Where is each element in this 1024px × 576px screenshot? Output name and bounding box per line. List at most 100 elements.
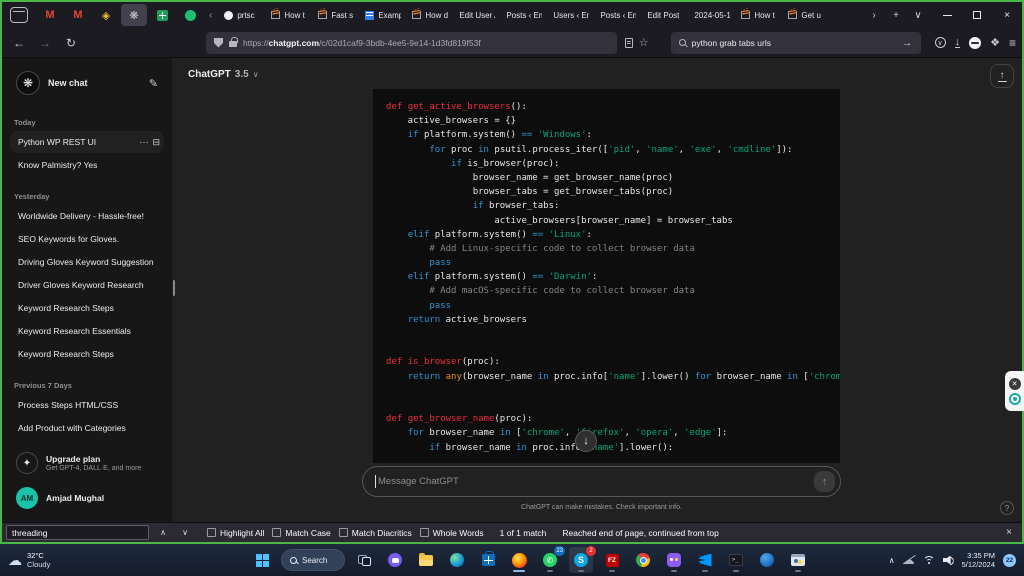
pinned-tab-gmail-2[interactable]: M bbox=[65, 4, 91, 26]
browser-tab[interactable]: Examp bbox=[358, 4, 405, 26]
menu-hamburger-icon[interactable]: ≡ bbox=[1009, 36, 1016, 50]
pinned-tab-green-app[interactable] bbox=[177, 4, 203, 26]
chat-history-item[interactable]: SEO Keywords for Gloves. bbox=[10, 228, 164, 250]
whatsapp-button[interactable]: ✆23 bbox=[538, 547, 562, 573]
bookmark-star-icon[interactable]: ☆ bbox=[639, 36, 649, 49]
file-explorer-button[interactable] bbox=[414, 547, 438, 573]
browser-tab[interactable]: Users ‹ Em bbox=[546, 4, 593, 26]
forward-button[interactable]: → bbox=[34, 32, 56, 54]
list-all-tabs-button[interactable]: ∨ bbox=[908, 5, 928, 25]
close-button[interactable]: × bbox=[992, 3, 1022, 27]
compose-icon[interactable]: ✎ bbox=[149, 77, 158, 90]
chat-app-button[interactable] bbox=[383, 547, 407, 573]
checkbox-icon[interactable] bbox=[339, 528, 348, 537]
new-chat-button[interactable]: ❋ New chat ✎ bbox=[10, 66, 164, 100]
edge-button[interactable] bbox=[445, 547, 469, 573]
adblock-extension-icon[interactable] bbox=[969, 37, 981, 49]
chat-history-item[interactable]: Driver Gloves Keyword Research bbox=[10, 274, 164, 296]
send-button[interactable]: ↑ bbox=[814, 471, 835, 492]
model-selector[interactable]: ChatGPT 3.5 ∨ bbox=[182, 65, 265, 84]
pinned-tab-sheets[interactable] bbox=[149, 4, 175, 26]
reader-view-icon[interactable] bbox=[625, 38, 633, 48]
user-menu[interactable]: AM Amjad Mughal bbox=[10, 481, 164, 515]
taskbar-search[interactable]: Search bbox=[281, 549, 345, 571]
browser-tab[interactable]: Get u bbox=[781, 4, 828, 26]
browser-tab[interactable]: prtsc bbox=[217, 4, 264, 26]
find-input[interactable] bbox=[6, 525, 149, 540]
reload-button[interactable]: ↻ bbox=[60, 32, 82, 54]
tracking-protection-shield-icon[interactable] bbox=[214, 38, 223, 48]
browser-tab[interactable]: How t bbox=[734, 4, 781, 26]
find-previous-button[interactable]: ∧ bbox=[155, 528, 171, 537]
chat-history-item[interactable]: Keyword Research Steps bbox=[10, 297, 164, 319]
search-input[interactable] bbox=[692, 38, 896, 48]
chat-history-item[interactable]: Keyword Research Steps bbox=[10, 343, 164, 365]
chat-history-item[interactable]: Python WP REST UI⋯⊟ bbox=[10, 131, 164, 153]
chrome-button[interactable] bbox=[631, 547, 655, 573]
new-tab-button[interactable]: + bbox=[886, 5, 906, 25]
firefox-button[interactable] bbox=[507, 547, 531, 573]
find-option-highlight-all[interactable]: Highlight All bbox=[207, 528, 264, 538]
pocket-icon[interactable]: ∨ bbox=[935, 37, 946, 48]
checkbox-icon[interactable] bbox=[420, 528, 429, 537]
browser-tab[interactable]: Posts ‹ Em bbox=[499, 4, 546, 26]
lock-icon[interactable] bbox=[229, 41, 237, 47]
pinned-tab-binance[interactable]: ◈ bbox=[93, 4, 119, 26]
clock[interactable]: 3:35 PM 5/12/2024 bbox=[962, 551, 995, 569]
notification-count-badge[interactable]: 22 bbox=[1003, 554, 1016, 567]
minimize-button[interactable] bbox=[932, 3, 962, 27]
find-option-match-case[interactable]: Match Case bbox=[272, 528, 330, 538]
microsoft-store-button[interactable] bbox=[476, 547, 500, 573]
message-input[interactable] bbox=[378, 476, 814, 487]
browser-tab[interactable]: How t bbox=[264, 4, 311, 26]
checkbox-icon[interactable] bbox=[272, 528, 281, 537]
close-find-bar-button[interactable]: × bbox=[1000, 527, 1018, 538]
back-button[interactable]: ← bbox=[8, 32, 30, 54]
browser-tab[interactable]: How d bbox=[405, 4, 452, 26]
start-button[interactable] bbox=[250, 547, 274, 573]
hidden-icons-chevron[interactable]: ∧ bbox=[889, 556, 895, 565]
search-bar[interactable]: → bbox=[671, 32, 921, 54]
message-composer[interactable]: ↑ bbox=[362, 466, 841, 497]
extension-icon[interactable]: ❖ bbox=[990, 36, 1000, 49]
checkbox-icon[interactable] bbox=[207, 528, 216, 537]
python-app-button[interactable] bbox=[786, 547, 810, 573]
chat-history-item[interactable]: Worldwide Delivery - Hassle-free! bbox=[10, 205, 164, 227]
terminal-button[interactable]: >_ bbox=[724, 547, 748, 573]
volume-icon[interactable] bbox=[943, 556, 954, 565]
browser-tab[interactable]: 2024-05-1 bbox=[687, 4, 734, 26]
weather-widget[interactable]: ☁ 32°C Cloudy bbox=[0, 551, 250, 569]
purple-app-button[interactable] bbox=[662, 547, 686, 573]
chat-history-item[interactable]: Driving Gloves Keyword Suggestion bbox=[10, 251, 164, 273]
firefox-view-icon[interactable] bbox=[10, 7, 28, 23]
chat-history-item[interactable]: Keyword Research Essentials bbox=[10, 320, 164, 342]
skype-button[interactable]: S2 bbox=[569, 547, 593, 573]
task-view-button[interactable] bbox=[352, 547, 376, 573]
blue-app-button[interactable] bbox=[755, 547, 779, 573]
help-button[interactable]: ? bbox=[1000, 501, 1014, 515]
scroll-tabs-left-button[interactable]: ‹ bbox=[204, 10, 217, 21]
vscode-button[interactable] bbox=[693, 547, 717, 573]
onedrive-paused-icon[interactable]: ☁ bbox=[903, 553, 915, 567]
pinned-tab-gmail-1[interactable]: M bbox=[37, 4, 63, 26]
share-chat-button[interactable]: ↑ bbox=[990, 64, 1014, 88]
downloads-icon[interactable]: ↓ bbox=[955, 37, 961, 48]
sidebar-scrollbar-thumb[interactable] bbox=[173, 280, 175, 296]
browser-tab[interactable]: Posts ‹ Em bbox=[593, 4, 640, 26]
scroll-tabs-right-button[interactable]: › bbox=[864, 5, 884, 25]
chat-history-item[interactable]: Know Palmistry? Yes bbox=[10, 154, 164, 176]
url-bar[interactable]: https://chatgpt.com/c/02d1caf9-3bdb-4ee5… bbox=[206, 32, 617, 54]
browser-tab[interactable]: Edit User A bbox=[452, 4, 499, 26]
filezilla-button[interactable]: FZ bbox=[600, 547, 624, 573]
archive-icon[interactable]: ⊟ bbox=[152, 131, 160, 153]
scroll-to-bottom-button[interactable]: ↓ bbox=[575, 430, 597, 452]
wifi-icon[interactable] bbox=[923, 556, 935, 565]
options-kebab-icon[interactable]: ⋯ bbox=[139, 131, 148, 153]
pinned-tab-chatgpt-active[interactable]: ❋ bbox=[121, 4, 147, 26]
find-option-whole-words[interactable]: Whole Words bbox=[420, 528, 484, 538]
widget-logo-icon[interactable] bbox=[1009, 393, 1021, 405]
widget-close-icon[interactable]: ✕ bbox=[1009, 378, 1021, 390]
browser-tab[interactable]: Fast s bbox=[311, 4, 358, 26]
search-go-icon[interactable]: → bbox=[902, 37, 913, 49]
maximize-button[interactable] bbox=[962, 3, 992, 27]
